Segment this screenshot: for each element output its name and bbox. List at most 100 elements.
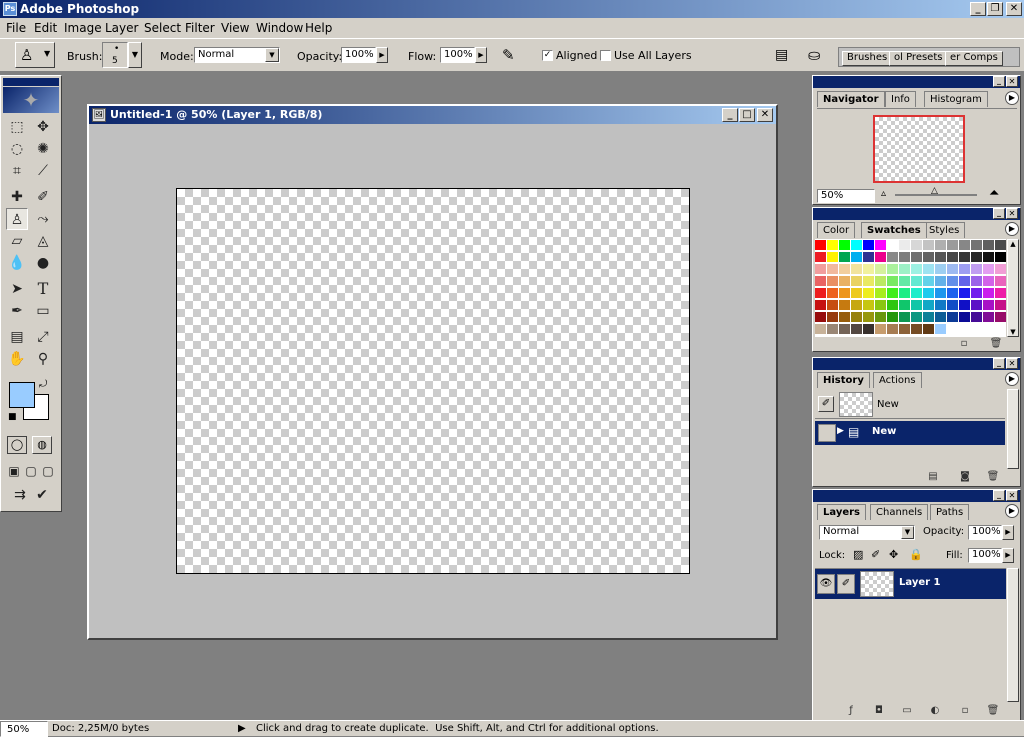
color-swatch[interactable] (935, 312, 946, 322)
color-swatch[interactable] (815, 276, 826, 286)
color-swatch[interactable] (911, 300, 922, 310)
color-swatch[interactable] (935, 252, 946, 262)
color-swatch[interactable] (959, 264, 970, 274)
menu-view[interactable]: View (221, 18, 249, 38)
tab-layers[interactable]: Layers (817, 504, 866, 520)
color-swatch[interactable] (851, 252, 862, 262)
brush-dropdown-button[interactable]: ▼ (128, 42, 142, 68)
color-swatch[interactable] (851, 300, 862, 310)
mode-select[interactable]: Normal ▼ (194, 47, 280, 63)
zoom-in-icon[interactable]: ⏶ (989, 186, 999, 201)
color-swatch[interactable] (815, 252, 826, 262)
layer-fill-input[interactable]: 100% (968, 548, 1002, 563)
color-swatch[interactable] (923, 252, 934, 262)
history-brush-tool-icon[interactable]: ⤳ (32, 208, 54, 230)
color-swatch[interactable] (887, 288, 898, 298)
layer-blend-mode-select[interactable]: Normal ▼ (819, 525, 915, 540)
color-swatch[interactable] (839, 324, 850, 334)
color-swatch[interactable] (947, 276, 958, 286)
minimize-button[interactable]: _ (970, 2, 986, 16)
trash-icon[interactable]: 🗑 (985, 704, 1001, 718)
color-swatch[interactable] (911, 276, 922, 286)
color-swatch[interactable] (863, 324, 874, 334)
color-swatch[interactable] (995, 288, 1006, 298)
history-scrollbar[interactable] (1007, 389, 1019, 469)
color-swatch[interactable] (971, 288, 982, 298)
close-button[interactable]: ✕ (1006, 2, 1022, 16)
new-group-icon[interactable]: ▭ (899, 704, 915, 718)
navigator-minimize-button[interactable]: _ (993, 76, 1005, 87)
well-tab-layer-comps[interactable]: er Comps (945, 51, 1003, 66)
color-swatch[interactable] (863, 276, 874, 286)
color-swatch[interactable] (983, 252, 994, 262)
color-swatch[interactable] (839, 252, 850, 262)
color-swatch[interactable] (875, 276, 886, 286)
history-state-row[interactable]: ▶ ▤ New (815, 421, 1005, 445)
color-swatch[interactable] (827, 276, 838, 286)
menu-file[interactable]: File (6, 18, 26, 38)
swatches-minimize-button[interactable]: _ (993, 208, 1005, 219)
menu-image[interactable]: Image (64, 18, 102, 38)
doc-close-button[interactable]: ✕ (757, 108, 773, 122)
color-swatch[interactable] (839, 240, 850, 250)
menu-filter[interactable]: Filter (185, 18, 215, 38)
color-swatch[interactable] (971, 252, 982, 262)
zoom-out-icon[interactable]: ▵ (881, 188, 886, 199)
checkmark-icon[interactable]: ✔ (31, 484, 53, 506)
color-swatch[interactable] (827, 324, 838, 334)
color-swatch[interactable] (887, 324, 898, 334)
color-swatch[interactable] (935, 324, 946, 334)
color-swatch[interactable] (815, 312, 826, 322)
color-swatch[interactable] (947, 312, 958, 322)
adobe-online-icon[interactable]: ✦ (3, 87, 59, 113)
color-swatch[interactable] (875, 240, 886, 250)
color-swatch[interactable] (995, 300, 1006, 310)
well-tab-brushes[interactable]: Brushes (842, 51, 893, 66)
move-tool-icon[interactable]: ✥ (32, 116, 54, 138)
layers-close-button[interactable]: ✕ (1006, 490, 1018, 501)
clone-stamp-tool-icon[interactable]: ♙ (6, 208, 28, 230)
color-swatch[interactable] (971, 312, 982, 322)
flow-slider-button[interactable]: ▶ (475, 47, 487, 63)
color-swatch[interactable] (899, 288, 910, 298)
type-tool-icon[interactable]: T (32, 278, 54, 300)
color-swatch[interactable] (995, 252, 1006, 262)
color-swatch[interactable] (911, 312, 922, 322)
color-swatch[interactable] (983, 264, 994, 274)
history-minimize-button[interactable]: _ (993, 358, 1005, 369)
opacity-slider-button[interactable]: ▶ (376, 47, 388, 63)
color-swatch[interactable] (995, 276, 1006, 286)
panel-menu-icon[interactable]: ▶ (1005, 91, 1019, 105)
default-colors-icon[interactable]: ■ (8, 412, 17, 422)
color-swatch[interactable] (983, 276, 994, 286)
layer-opacity-input[interactable]: 100% (968, 525, 1002, 540)
lasso-tool-icon[interactable]: ◌ (6, 138, 28, 160)
new-document-from-state-icon[interactable]: ▤ (925, 470, 941, 484)
color-swatch[interactable] (839, 300, 850, 310)
new-swatch-icon[interactable]: ▫ (956, 337, 972, 351)
slider-thumb-icon[interactable]: △ (931, 186, 938, 196)
standard-mode-button[interactable]: ◯ (7, 436, 27, 454)
swatches-close-button[interactable]: ✕ (1006, 208, 1018, 219)
layer-opacity-slider-button[interactable]: ▶ (1002, 525, 1014, 540)
color-swatch[interactable] (827, 252, 838, 262)
color-swatch[interactable] (827, 240, 838, 250)
color-swatch[interactable] (863, 240, 874, 250)
color-swatch[interactable] (983, 312, 994, 322)
color-swatch[interactable] (935, 288, 946, 298)
color-swatch[interactable] (947, 240, 958, 250)
tab-styles[interactable]: Styles (923, 222, 966, 238)
color-swatch[interactable] (851, 240, 862, 250)
doc-minimize-button[interactable]: _ (722, 108, 738, 122)
color-swatch[interactable] (887, 240, 898, 250)
trash-icon[interactable]: 🗑 (988, 337, 1004, 351)
history-snapshot-row[interactable]: ✐ New (815, 389, 1005, 419)
color-swatch[interactable] (923, 324, 934, 334)
color-swatch[interactable] (863, 252, 874, 262)
use-all-layers-checkbox[interactable] (600, 50, 611, 61)
color-swatch[interactable] (863, 312, 874, 322)
color-swatch[interactable] (911, 324, 922, 334)
color-swatch[interactable] (827, 300, 838, 310)
color-swatch[interactable] (971, 240, 982, 250)
status-zoom-input[interactable]: 50% (0, 721, 48, 737)
